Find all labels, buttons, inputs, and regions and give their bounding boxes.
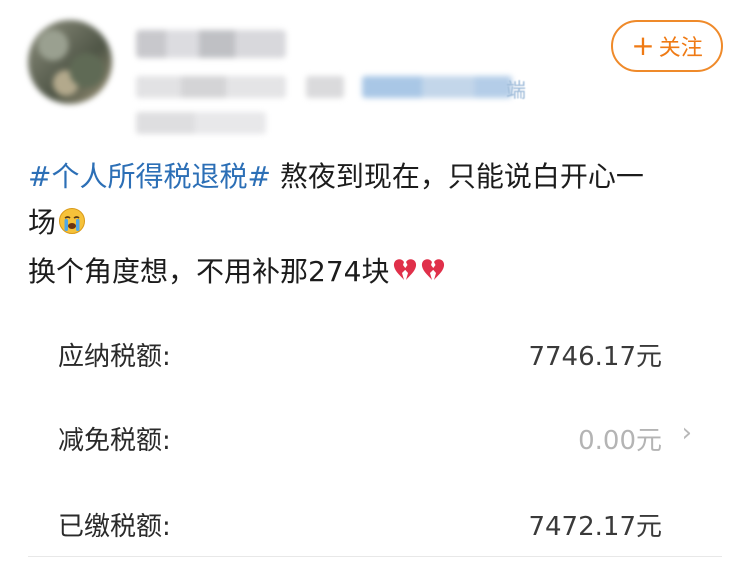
- tax-row-paid: 已缴税额: 7472.17元: [58, 506, 698, 546]
- tax-row-label: 减免税额:: [58, 426, 171, 456]
- post-source-link-redacted[interactable]: [362, 76, 512, 98]
- follow-button[interactable]: + 关注: [611, 20, 723, 72]
- author-name-redacted[interactable]: [136, 30, 286, 58]
- tax-row-label: 应纳税额:: [58, 342, 171, 372]
- tax-row-reduction[interactable]: 减免税额: 0.00元 ›: [58, 418, 698, 460]
- tax-row-label: 已缴税额:: [58, 512, 171, 542]
- post-line-1-text: 熬夜到现在，只能说白开心一: [270, 160, 644, 193]
- plus-icon: +: [631, 29, 655, 62]
- post-line-3-text: 换个角度想，不用补那274块: [28, 255, 390, 288]
- broken-heart-icon: [391, 252, 447, 298]
- divider: [28, 556, 722, 557]
- post-meta-redacted: 端: [136, 76, 526, 102]
- post-location-redacted: [136, 112, 266, 134]
- post-line-2-text: 场: [28, 206, 57, 239]
- tax-row-value: 7746.17元: [528, 342, 662, 372]
- post-line-1: #个人所得税退税# 熬夜到现在，只能说白开心一: [28, 154, 728, 200]
- chevron-right-icon: ›: [681, 418, 692, 448]
- post-line-2: 场: [28, 200, 728, 249]
- follow-label: 关注: [658, 36, 703, 61]
- tax-row-value: 0.00元: [578, 426, 662, 456]
- crying-face-emoji-icon: [58, 203, 86, 249]
- tax-row-value: 7472.17元: [528, 512, 662, 542]
- post-source-label-redacted: [306, 76, 344, 98]
- post-text: #个人所得税退税# 熬夜到现在，只能说白开心一 场 换个角度想，不用补那274块: [28, 154, 728, 298]
- post-meta-tail: 端: [506, 78, 526, 102]
- hashtag-link[interactable]: #个人所得税退税#: [28, 160, 271, 193]
- author-avatar[interactable]: [28, 20, 112, 104]
- post-line-3: 换个角度想，不用补那274块: [28, 249, 728, 298]
- tax-row-payable: 应纳税额: 7746.17元: [58, 336, 698, 376]
- post-timestamp-redacted: [136, 76, 286, 98]
